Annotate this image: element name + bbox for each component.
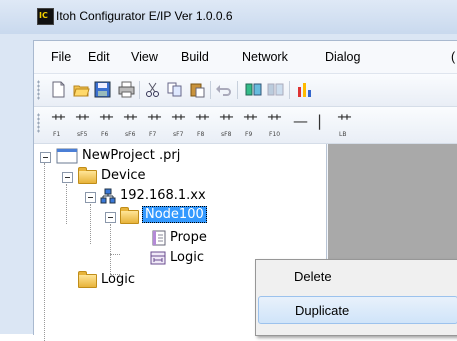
menu-bar: File Edit View Build Network Dialog ( [34, 41, 457, 74]
fkey-f6-button[interactable]: ⺾ F6 [96, 112, 118, 138]
toolbar-separator [289, 81, 290, 99]
fkey-label: F6 [101, 131, 109, 138]
fkey-sf7-button[interactable]: ⺾ sF7 [168, 112, 190, 138]
window-title: Itoh Configurator E/IP Ver 1.0.0.6 [56, 9, 233, 23]
ip-label: 192.168.1.xx [120, 188, 206, 203]
vertical-line-icon: | [317, 112, 323, 130]
menu-dialog[interactable]: Dialog [325, 50, 360, 64]
logic-child-label: Logic [170, 250, 204, 265]
cut-icon[interactable] [144, 81, 161, 98]
properties-label: Prope [170, 230, 207, 245]
chart-icon[interactable] [296, 81, 313, 98]
duplicate-menu-item[interactable]: Duplicate [258, 296, 457, 324]
fkey-sf8-button[interactable]: ⺾ sF8 [216, 112, 238, 138]
fkey-label: LB [339, 131, 347, 138]
logic-folder-label: Logic [101, 272, 135, 287]
fkey-f9-button[interactable]: ⺾ F9 [240, 112, 262, 138]
contact-icon: ⺾ [123, 112, 139, 130]
toolbar-separator [139, 81, 140, 99]
toolbar-separator [237, 81, 238, 99]
fkey-label: F7 [149, 131, 157, 138]
duplicate-label: Duplicate [295, 303, 350, 318]
title-bar[interactable]: Itoh Configurator E/IP Ver 1.0.0.6 [0, 0, 457, 34]
fkey-label: sF5 [77, 131, 88, 138]
fkey-label: F8 [197, 131, 205, 138]
fkey-label: F10 [269, 131, 281, 138]
standard-toolbar [34, 74, 457, 107]
save-icon[interactable] [94, 81, 111, 98]
delete-menu-item[interactable]: Delete [258, 263, 456, 289]
collapse-icon[interactable] [105, 212, 116, 223]
menu-network[interactable]: Network [242, 50, 288, 64]
app-icon [37, 8, 54, 25]
ladder-logic-icon [150, 251, 166, 265]
menu-edit[interactable]: Edit [88, 50, 110, 64]
fkey-f8-button[interactable]: ⺾ F8 [192, 112, 214, 138]
ladder-toolbar: ⺾ F1 ⺾ sF5 ⺾ F6 ⺾ sF6 ⺾ F7 ⺾ sF7 ⺾ F8 ⺾ sF8 ⺾ F9 … [34, 107, 457, 144]
fkey-label: sF6 [125, 131, 136, 138]
contact-icon: ⺾ [243, 112, 259, 130]
tree-item-node[interactable]: Node100 [34, 206, 294, 226]
fkey-f7-button[interactable]: ⺾ F7 [144, 112, 166, 138]
menu-build[interactable]: Build [181, 50, 209, 64]
fkey-label: F9 [245, 131, 253, 138]
contact-icon: ⺾ [51, 112, 67, 130]
collapse-icon[interactable] [40, 152, 51, 163]
menu-view[interactable]: View [131, 50, 158, 64]
properties-icon [152, 230, 166, 246]
collapse-icon[interactable] [62, 172, 73, 183]
folder-icon [120, 207, 139, 224]
tree-item-logic[interactable]: Logic [34, 270, 234, 290]
fkey-label: sF7 [173, 131, 184, 138]
horizontal-line-icon: — [293, 112, 308, 130]
delete-label: Delete [294, 269, 332, 284]
contact-icon: ⺾ [75, 112, 91, 130]
tree-item-device[interactable]: Device [34, 166, 234, 186]
vertical-line-button[interactable]: | [314, 112, 336, 136]
folder-icon [78, 271, 97, 288]
new-icon[interactable] [50, 81, 67, 98]
tree-item-ip[interactable]: 192.168.1.xx [34, 186, 254, 206]
build-disabled-icon [267, 83, 284, 96]
app-window: Itoh Configurator E/IP Ver 1.0.0.6 File … [0, 0, 457, 341]
fkey-f1-button[interactable]: ⺾ F1 [48, 112, 70, 138]
contact-icon: ⺾ [99, 112, 115, 130]
toolbar-grip[interactable] [37, 80, 40, 100]
contact-icon: ⺾ [147, 112, 163, 130]
fkey-f10-button[interactable]: ⺾ F10 [264, 112, 286, 138]
project-label: NewProject .prj [82, 148, 181, 163]
folder-icon [78, 167, 97, 184]
fkey-sf5-button[interactable]: ⺾ sF5 [72, 112, 94, 138]
toolbar-grip[interactable] [37, 113, 40, 133]
tree-item-properties[interactable]: Prope [34, 228, 294, 248]
project-icon [56, 148, 78, 164]
fkey-label: sF8 [221, 131, 232, 138]
coil-icon: ⺾ [267, 112, 283, 130]
menu-file[interactable]: File [51, 50, 71, 64]
undo-icon[interactable] [215, 81, 232, 98]
contact-icon: ⺾ [337, 112, 353, 130]
contact-icon: ⺾ [195, 112, 211, 130]
paste-icon[interactable] [189, 81, 206, 98]
collapse-icon[interactable] [85, 192, 96, 203]
context-menu: Delete Duplicate [255, 259, 457, 336]
copy-icon[interactable] [166, 81, 183, 98]
network-icon [100, 188, 116, 204]
fkey-sf6-button[interactable]: ⺾ sF6 [120, 112, 142, 138]
open-icon[interactable] [73, 81, 90, 98]
fkey-label: F1 [53, 131, 61, 138]
contact-icon: ⺾ [171, 112, 187, 130]
device-label: Device [101, 168, 146, 183]
menu-overflow[interactable]: ( [451, 50, 455, 64]
node-label: Node100 [142, 206, 207, 223]
tree-item-project[interactable]: NewProject .prj [34, 146, 234, 166]
print-icon[interactable] [118, 81, 135, 98]
horizontal-line-button[interactable]: — [290, 112, 312, 136]
build-icon[interactable] [245, 81, 262, 98]
fkey-extra-button[interactable]: ⺾ LB [334, 112, 356, 138]
contact-icon: ⺾ [219, 112, 235, 130]
toolbar-separator [210, 81, 211, 99]
